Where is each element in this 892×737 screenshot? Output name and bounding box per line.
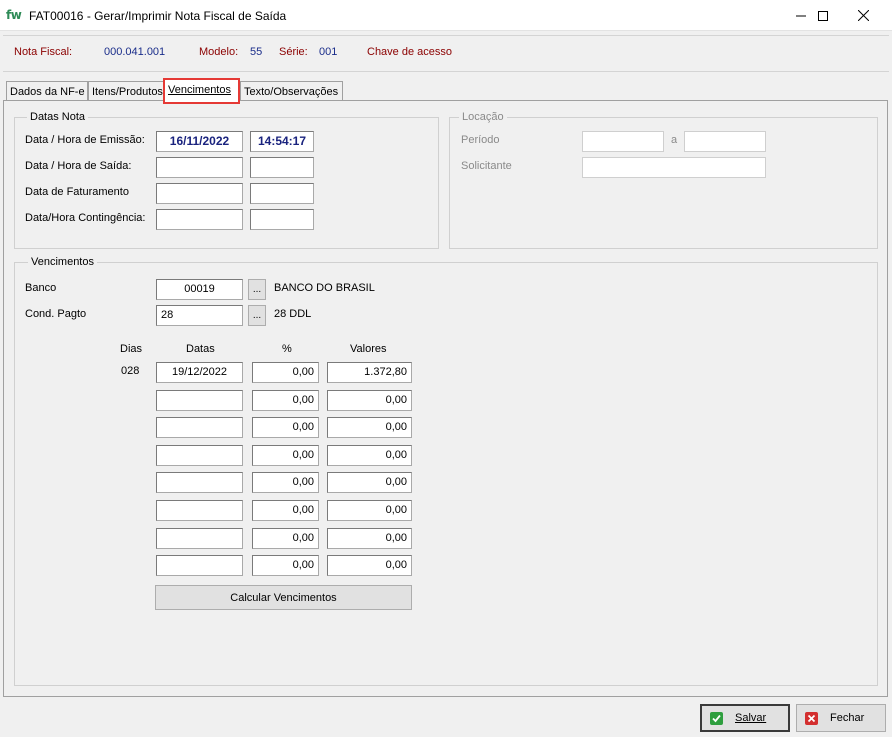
row-valor-input[interactable]: 0,00 (327, 555, 412, 576)
cond-pagto-lookup-button[interactable]: ... (248, 305, 266, 326)
modelo-label: Modelo: (199, 46, 239, 58)
tab-vencimentos[interactable]: Vencimentos (164, 78, 240, 102)
row-pct-input[interactable]: 0,00 (252, 390, 319, 411)
close-button[interactable]: Fechar (796, 704, 886, 732)
fw-logo-icon: fw (6, 8, 22, 22)
row-data-input[interactable] (156, 472, 243, 493)
periodo-de-input[interactable] (582, 131, 664, 152)
contingencia-label: Data/Hora Contingência: (25, 212, 146, 224)
cond-pagto-desc: 28 DDL (274, 308, 312, 320)
row-valor-input[interactable]: 1.372,80 (327, 362, 412, 383)
periodo-separator: a (671, 134, 678, 146)
saida-label: Data / Hora de Saída: (25, 160, 132, 172)
emissao-date-input[interactable]: 16/11/2022 (156, 131, 243, 152)
periodo-ate-input[interactable] (684, 131, 766, 152)
solicitante-input[interactable] (582, 157, 766, 178)
tab-label: Vencimentos (168, 84, 231, 96)
periodo-label: Período (461, 134, 500, 146)
serie-value: 001 (319, 46, 338, 58)
tab-texto-observacoes[interactable]: Texto/Observações (240, 81, 343, 101)
x-icon (805, 711, 818, 725)
close-icon (857, 10, 869, 21)
emissao-time-input[interactable]: 14:54:17 (250, 131, 314, 152)
save-button-label: Salvar (735, 712, 767, 724)
tab-label: Itens/Produtos (92, 86, 163, 98)
row-valor-input[interactable]: 0,00 (327, 500, 412, 521)
emissao-label: Data / Hora de Emissão: (25, 134, 145, 146)
row-valor-input[interactable]: 0,00 (327, 472, 412, 493)
banco-code-input[interactable]: 00019 (156, 279, 243, 300)
row-data-input[interactable] (156, 390, 243, 411)
faturamento-label: Data de Faturamento (25, 186, 129, 198)
locacao-title: Locação (459, 111, 507, 123)
row-pct-input[interactable]: 0,00 (252, 362, 319, 383)
row-pct-input[interactable]: 0,00 (252, 445, 319, 466)
row-pct-input[interactable]: 0,00 (252, 528, 319, 549)
col-pct-header: % (282, 343, 292, 355)
row-data-input[interactable] (156, 555, 243, 576)
window-title: FAT00016 - Gerar/Imprimir Nota Fiscal de… (29, 9, 287, 23)
saida-time-input[interactable] (250, 157, 314, 178)
banco-name: BANCO DO BRASIL (274, 282, 375, 294)
col-datas-header: Datas (186, 343, 215, 355)
row-data-input[interactable]: 19/12/2022 (156, 362, 243, 383)
tab-label: Dados da NF-e (10, 86, 85, 98)
calcular-vencimentos-button[interactable]: Calcular Vencimentos (155, 585, 412, 610)
row-data-input[interactable] (156, 500, 243, 521)
nota-fiscal-label: Nota Fiscal: (14, 46, 73, 58)
cond-pagto-label: Cond. Pagto (25, 308, 87, 320)
row-valor-input[interactable]: 0,00 (327, 445, 412, 466)
close-window-button[interactable] (840, 0, 886, 31)
serie-label: Série: (279, 46, 308, 58)
maximize-icon (818, 10, 828, 21)
row-pct-input[interactable]: 0,00 (252, 472, 319, 493)
solicitante-label: Solicitante (461, 160, 512, 172)
tab-label: Texto/Observações (244, 86, 339, 98)
faturamento-time-input[interactable] (250, 183, 314, 204)
banco-lookup-button[interactable]: ... (248, 279, 266, 300)
check-icon (710, 711, 723, 725)
tab-itens-produtos[interactable]: Itens/Produtos (88, 81, 164, 101)
contingencia-date-input[interactable] (156, 209, 243, 230)
row-data-input[interactable] (156, 445, 243, 466)
vencimentos-title: Vencimentos (28, 256, 97, 268)
row-valor-input[interactable]: 0,00 (327, 417, 412, 438)
cond-pagto-input[interactable]: 28 (156, 305, 243, 326)
datas-nota-title: Datas Nota (27, 111, 89, 123)
chave-acesso-label: Chave de acesso (367, 46, 452, 58)
row-valor-input[interactable]: 0,00 (327, 390, 412, 411)
vencimentos-group (14, 262, 878, 686)
row-data-input[interactable] (156, 528, 243, 549)
row-pct-input[interactable]: 0,00 (252, 555, 319, 576)
save-button[interactable]: Salvar (700, 704, 790, 732)
saida-date-input[interactable] (156, 157, 243, 178)
row-pct-input[interactable]: 0,00 (252, 417, 319, 438)
nota-fiscal-value: 000.041.001 (104, 46, 166, 58)
modelo-value: 55 (250, 46, 263, 58)
row-data-input[interactable] (156, 417, 243, 438)
row-dias: 028 (121, 365, 140, 377)
faturamento-date-input[interactable] (156, 183, 243, 204)
col-valores-header: Valores (350, 343, 387, 355)
contingencia-time-input[interactable] (250, 209, 314, 230)
tab-dados-nfe[interactable]: Dados da NF-e (6, 81, 88, 101)
close-button-label: Fechar (830, 712, 865, 724)
row-pct-input[interactable]: 0,00 (252, 500, 319, 521)
title-bar: fw FAT00016 - Gerar/Imprimir Nota Fiscal… (0, 0, 892, 31)
row-valor-input[interactable]: 0,00 (327, 528, 412, 549)
banco-label: Banco (25, 282, 57, 294)
col-dias-header: Dias (120, 343, 143, 355)
